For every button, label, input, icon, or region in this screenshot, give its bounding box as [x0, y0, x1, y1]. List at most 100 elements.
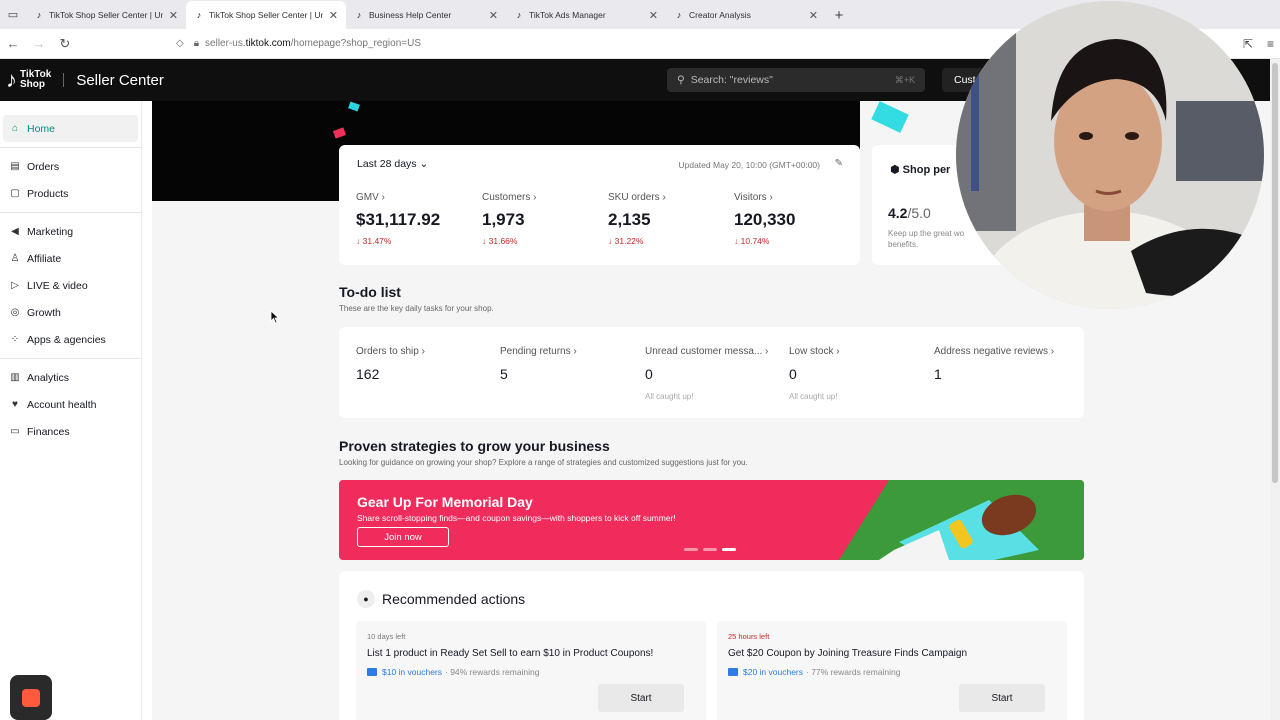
sidebar-item-label: Home [27, 122, 56, 135]
metric-gmv[interactable]: GMV › $31,117.92 ↓ 31.47% [356, 192, 476, 246]
edit-icon[interactable]: ✎ [835, 158, 843, 169]
todo-unread-messages[interactable]: Unread customer messa... › 0 All caught … [645, 346, 785, 401]
browser-tab[interactable]: ♪ TikTok Shop Seller Center | Unit ✕ [26, 1, 186, 29]
banner-subtitle: Share scroll-stopping finds—and coupon s… [357, 513, 676, 523]
sidebar-item-growth[interactable]: ◎ Growth [3, 299, 138, 326]
sidebar-item-analytics[interactable]: ▥ Analytics [3, 364, 138, 391]
search-shortcut: ⌘+K [894, 74, 915, 85]
tiktok-favicon-icon: ♪ [676, 10, 682, 20]
tab-close-icon[interactable]: ✕ [329, 9, 338, 22]
tab-title: Creator Analysis [689, 10, 751, 20]
page-scrollbar[interactable] [1270, 59, 1280, 720]
metric-customers[interactable]: Customers › 1,973 ↓ 31.66% [482, 192, 602, 246]
forward-arrow-icon[interactable]: → [26, 36, 52, 51]
search-input[interactable]: ⚲ Search: "reviews" ⌘+K [667, 68, 925, 92]
url-prefix: seller-us. [205, 38, 246, 49]
sidebar-item-label: Account health [27, 398, 97, 411]
start-button[interactable]: Start [598, 684, 684, 712]
todo-label: Low stock [789, 346, 834, 357]
menu-icon[interactable]: ≡ [1267, 37, 1274, 51]
sidebar-item-orders[interactable]: ▤ Orders [3, 153, 138, 180]
metric-visitors[interactable]: Visitors › 120,330 ↓ 10.74% [734, 192, 854, 246]
back-arrow-icon[interactable]: ← [0, 36, 26, 51]
time-left: 10 days left [367, 632, 406, 641]
url-domain: tiktok.com [245, 38, 291, 49]
metric-label: Customers [482, 192, 531, 203]
sidebar-item-label: Marketing [27, 225, 74, 238]
todo-negative-reviews[interactable]: Address negative reviews › 1 [934, 346, 1074, 392]
metric-sku-orders[interactable]: SKU orders › 2,135 ↓ 31.22% [608, 192, 728, 246]
rewards-remaining: · 77% rewards remaining [806, 667, 901, 677]
todo-pending-returns[interactable]: Pending returns › 5 [500, 346, 640, 392]
sidebar-item-affiliate[interactable]: ♙ Affiliate [3, 245, 138, 272]
tab-title: Business Help Center [369, 10, 452, 20]
sidebar-divider [0, 358, 141, 359]
sidebar-item-label: Orders [27, 160, 60, 173]
browser-tab[interactable]: ♪ Creator Analysis ✕ [666, 1, 826, 29]
sidebar-item-label: LIVE & video [27, 279, 88, 292]
sidebar-item-marketing[interactable]: ◀ Marketing [3, 218, 138, 245]
tab-title: TikTok Shop Seller Center | Unit [49, 10, 163, 20]
sidebar-item-label: Finances [27, 425, 70, 438]
sidebar: ⌂ Home ▤ Orders ▢ Products ◀ Marketing ♙… [0, 101, 142, 720]
reload-icon[interactable]: ↻ [52, 36, 78, 52]
sidebar-item-live-video[interactable]: ▷ LIVE & video [3, 272, 138, 299]
banner-title: Gear Up For Memorial Day [357, 494, 533, 510]
strategies-subtitle: Looking for guidance on growing your sho… [339, 458, 748, 467]
carousel-dots[interactable] [684, 548, 736, 551]
sidebar-item-home[interactable]: ⌂ Home [3, 115, 138, 142]
browser-tab-active[interactable]: ♪ TikTok Shop Seller Center | Unit ✕ [186, 1, 346, 29]
shop-perf-score-max: /5.0 [907, 205, 931, 221]
sidebar-item-label: Growth [27, 306, 61, 319]
sidebar-item-label: Affiliate [27, 252, 62, 265]
todo-subtitle: These are the key daily tasks for your s… [339, 304, 494, 313]
scrollbar-thumb[interactable] [1272, 63, 1278, 483]
stop-icon [22, 688, 40, 707]
tab-list-icon[interactable]: ▭ [0, 0, 26, 29]
todo-note: All caught up! [645, 392, 694, 401]
action-name: List 1 product in Ready Set Sell to earn… [367, 648, 654, 659]
recommended-action-item[interactable]: 10 days left List 1 product in Ready Set… [356, 621, 706, 720]
tiktok-favicon-icon: ♪ [356, 10, 362, 20]
tab-close-icon[interactable]: ✕ [809, 9, 818, 22]
orders-icon: ▤ [10, 161, 20, 172]
tab-close-icon[interactable]: ✕ [649, 9, 658, 22]
tab-close-icon[interactable]: ✕ [489, 9, 498, 22]
shield-icon: ◇ [176, 38, 184, 49]
join-now-button[interactable]: Join now [357, 527, 449, 547]
recommended-action-item[interactable]: 25 hours left Get $20 Coupon by Joining … [717, 621, 1067, 720]
tiktok-shop-logo[interactable]: ♪ TikTok Shop Seller Center [6, 67, 164, 93]
sidebar-item-apps[interactable]: ⁘ Apps & agencies [3, 326, 138, 353]
tab-close-icon[interactable]: ✕ [169, 9, 178, 22]
url-field[interactable]: ◇ 🔒︎ seller-us. tiktok.com/homepage?shop_… [176, 33, 421, 55]
promo-banner[interactable]: Gear Up For Memorial Day Share scroll-st… [339, 480, 1084, 560]
todo-orders-to-ship[interactable]: Orders to ship › 162 [356, 346, 496, 392]
megaphone-icon: ◀ [11, 226, 19, 237]
extensions-icon[interactable]: ⇱ [1243, 37, 1253, 51]
action-name: Get $20 Coupon by Joining Treasure Finds… [728, 648, 968, 659]
tiktok-logo-icon: ♪ [6, 67, 17, 92]
lightbulb-icon: ● [357, 590, 375, 608]
people-icon: ♙ [10, 253, 20, 264]
date-range-select[interactable]: Last 28 days ⌄ [357, 158, 428, 170]
voucher-icon [728, 668, 738, 676]
record-stop-button[interactable] [10, 675, 52, 720]
shield-check-icon: ⬢ [890, 164, 900, 176]
sidebar-item-products[interactable]: ▢ Products [3, 180, 138, 207]
metric-value: 2,135 [608, 210, 651, 229]
updated-timestamp: Updated May 20, 10:00 (GMT+00:00) [678, 160, 820, 170]
sidebar-item-finances[interactable]: ▭ Finances [3, 418, 138, 445]
todo-low-stock[interactable]: Low stock › 0 All caught up! [789, 346, 929, 401]
voucher-amount: $20 in vouchers [743, 667, 804, 677]
products-icon: ▢ [10, 188, 20, 199]
start-button[interactable]: Start [959, 684, 1045, 712]
voucher-amount: $10 in vouchers [382, 667, 443, 677]
url-path: /homepage?shop_region=US [290, 38, 422, 49]
new-tab-button[interactable]: + [826, 1, 852, 29]
football-field-illustration [839, 480, 1084, 560]
sidebar-item-account-health[interactable]: ♥ Account health [3, 391, 138, 418]
browser-tab[interactable]: ♪ TikTok Ads Manager ✕ [506, 1, 666, 29]
mouse-cursor-icon [270, 310, 280, 324]
browser-tab[interactable]: ♪ Business Help Center ✕ [346, 1, 506, 29]
analytics-icon: ▥ [10, 372, 20, 383]
